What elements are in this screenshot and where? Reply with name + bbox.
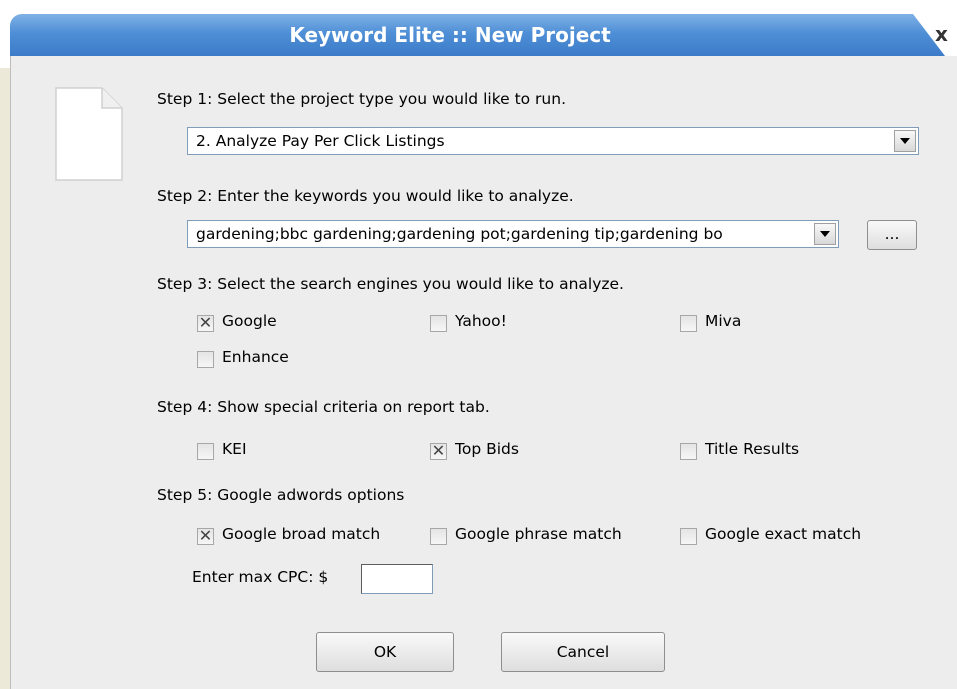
check-icon: ✕ xyxy=(198,526,213,545)
project-type-value: 2. Analyze Pay Per Click Listings xyxy=(196,132,445,150)
step5-label: Step 5: Google adwords options xyxy=(157,486,405,504)
chevron-down-icon[interactable] xyxy=(894,130,916,152)
ok-button[interactable]: OK xyxy=(316,632,454,672)
kei-checkbox[interactable] xyxy=(197,443,214,460)
broad-match-label: Google broad match xyxy=(222,525,381,543)
check-icon: ✕ xyxy=(431,441,446,460)
enhance-engine-checkbox[interactable] xyxy=(197,351,214,368)
exact-match-label: Google exact match xyxy=(705,525,862,543)
miva-engine-checkbox[interactable] xyxy=(680,315,697,332)
project-type-select[interactable]: 2. Analyze Pay Per Click Listings xyxy=(187,127,919,155)
google-engine-label: Google xyxy=(222,312,277,330)
browse-keywords-button[interactable]: ... xyxy=(867,220,917,250)
title-results-label: Title Results xyxy=(705,440,800,458)
kei-label: KEI xyxy=(222,440,247,458)
cancel-button[interactable]: Cancel xyxy=(501,632,665,672)
max-cpc-label: Enter max CPC: $ xyxy=(192,568,329,586)
new-document-icon xyxy=(55,87,123,181)
step2-label: Step 2: Enter the keywords you would lik… xyxy=(157,187,574,205)
yahoo-engine-label: Yahoo! xyxy=(455,312,507,330)
step4-label: Step 4: Show special criteria on report … xyxy=(157,398,490,416)
check-icon: ✕ xyxy=(198,313,213,332)
keywords-value: gardening;bbc gardening;gardening pot;ga… xyxy=(196,225,723,243)
broad-match-checkbox[interactable]: ✕ xyxy=(197,526,214,545)
chevron-down-icon[interactable] xyxy=(814,223,836,245)
keywords-combo[interactable]: gardening;bbc gardening;gardening pot;ga… xyxy=(187,220,839,248)
max-cpc-input[interactable] xyxy=(361,564,433,594)
step3-label: Step 3: Select the search engines you wo… xyxy=(157,275,624,293)
step1-label: Step 1: Select the project type you woul… xyxy=(157,90,567,108)
title-results-checkbox[interactable] xyxy=(680,443,697,460)
phrase-match-label: Google phrase match xyxy=(455,525,622,543)
top-bids-label: Top Bids xyxy=(455,440,519,458)
exact-match-checkbox[interactable] xyxy=(680,528,697,545)
close-icon[interactable]: x xyxy=(926,16,957,52)
window-title: Keyword Elite :: New Project xyxy=(289,23,611,47)
yahoo-engine-checkbox[interactable] xyxy=(430,315,447,332)
phrase-match-checkbox[interactable] xyxy=(430,528,447,545)
top-bids-checkbox[interactable]: ✕ xyxy=(430,441,447,460)
miva-engine-label: Miva xyxy=(705,312,742,330)
enhance-engine-label: Enhance xyxy=(222,348,289,366)
new-project-dialog: Step 1: Select the project type you woul… xyxy=(10,56,957,689)
google-engine-checkbox[interactable]: ✕ xyxy=(197,313,214,332)
